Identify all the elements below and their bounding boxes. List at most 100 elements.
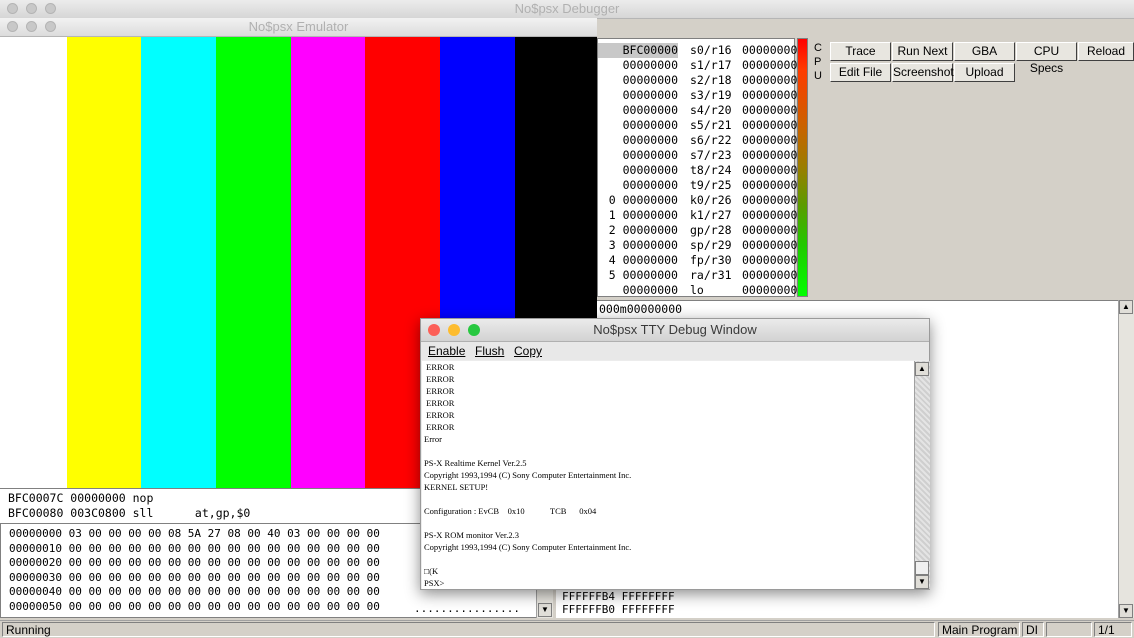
tty-line: ERROR — [424, 410, 455, 420]
tty-scrollbar[interactable]: ▲ ▼ — [914, 361, 930, 589]
tty-line: ERROR — [424, 422, 455, 432]
hex-row[interactable]: 00000050 00 00 00 00 00 00 00 00 00 00 0… — [9, 600, 380, 614]
zoom-icon[interactable] — [45, 21, 56, 32]
register-name: s0/r16 — [690, 43, 732, 57]
minimize-icon[interactable] — [26, 3, 37, 14]
menu-flush[interactable]: Flush — [475, 344, 504, 358]
gba-specs-button[interactable]: GBA Specs — [954, 42, 1015, 75]
disasm-line[interactable]: BFC0007C 00000000 nop — [8, 491, 153, 506]
register-row[interactable]: 00000000 s5/r21 00000000 — [598, 118, 798, 133]
register-value: 00000000 — [742, 163, 798, 177]
stack-pane[interactable]: FFFFFFB4 FFFFFFFF FFFFFFB0 FFFFFFFF — [556, 590, 1118, 618]
hex-row[interactable]: 00000000 03 00 00 00 00 08 5A 27 08 00 4… — [9, 527, 380, 541]
register-row[interactable]: 00000000 s2/r18 00000000 — [598, 73, 798, 88]
menu-enable[interactable]: Enable — [428, 344, 465, 358]
emulator-titlebar[interactable]: No$psx Emulator — [0, 18, 597, 37]
status-state: Running — [2, 622, 935, 637]
register-address: 00000000 — [622, 118, 678, 132]
data-line: 000m00000000 — [599, 302, 683, 316]
minimize-icon[interactable] — [26, 21, 37, 32]
register-row[interactable]: 00000000 s4/r20 00000000 — [598, 103, 798, 118]
register-row[interactable]: 0 00000000 k0/r26 00000000 — [598, 193, 798, 208]
register-address: BFC00000 — [598, 43, 678, 58]
data-scrollbar[interactable]: ▲ ▼ — [1118, 300, 1134, 618]
scroll-up-icon[interactable]: ▲ — [915, 362, 929, 376]
register-value: 00000000 — [742, 148, 798, 162]
close-icon[interactable] — [7, 21, 18, 32]
cpu-specs-button[interactable]: CPU Specs — [1016, 42, 1077, 75]
status-page: 1/1 — [1094, 622, 1132, 637]
register-address: 00000000 — [622, 163, 678, 177]
register-name: s1/r17 — [690, 58, 732, 72]
trace-button[interactable]: Trace — [830, 42, 891, 61]
hex-row[interactable]: 00000030 00 00 00 00 00 00 00 00 00 00 0… — [9, 571, 380, 585]
edit-file-button[interactable]: Edit File — [830, 63, 891, 82]
color-bar — [141, 37, 216, 488]
hex-row[interactable]: 00000010 00 00 00 00 00 00 00 00 00 00 0… — [9, 542, 380, 556]
register-value: 00000000 — [742, 73, 798, 87]
register-address: 00000000 — [622, 148, 678, 162]
register-row[interactable]: 00000000 s1/r17 00000000 — [598, 58, 798, 73]
debugger-titlebar[interactable]: No$psx Debugger — [0, 0, 1134, 19]
register-row[interactable]: 3 00000000 sp/r29 00000000 — [598, 238, 798, 253]
run-next-button[interactable]: Run Next — [892, 42, 953, 61]
register-address: 00000000 — [622, 88, 678, 102]
scroll-down-icon[interactable]: ▼ — [538, 603, 552, 617]
menu-copy-label: Copy — [514, 344, 543, 358]
scroll-thumb[interactable] — [915, 561, 929, 575]
disasm-line[interactable]: BFC00080 003C0800 sll at,gp,$0 — [8, 506, 250, 521]
register-row[interactable]: 00000000 t8/r24 00000000 — [598, 163, 798, 178]
tty-output[interactable]: ERROR ERROR ERROR ERROR ERROR ERROR Error… — [422, 361, 914, 589]
register-address: 00000000 — [622, 58, 678, 72]
disassembly-pane[interactable]: BFC0007C 00000000 nop BFC00080 003C0800 … — [0, 488, 420, 523]
hex-row[interactable]: 00000020 00 00 00 00 00 00 00 00 00 00 0… — [9, 556, 380, 570]
register-row[interactable]: 5 00000000 ra/r31 00000000 — [598, 268, 798, 283]
zoom-icon[interactable] — [45, 3, 56, 14]
menu-enable-label: Enable — [428, 344, 466, 358]
register-row[interactable]: 2 00000000 gp/r28 00000000 — [598, 223, 798, 238]
tty-debug-window[interactable]: No$psx TTY Debug Window Enable Flush Cop… — [420, 318, 930, 590]
register-row[interactable]: 00000000 t9/r25 00000000 — [598, 178, 798, 193]
scroll-down-icon[interactable]: ▼ — [1119, 604, 1133, 618]
right-pane — [930, 317, 1118, 590]
register-name: s5/r21 — [690, 118, 732, 132]
upload-button[interactable]: Upload — [954, 63, 1015, 82]
register-value: 00000000 — [742, 238, 798, 252]
register-value: 00000000 — [742, 253, 798, 267]
register-value: 00000000 — [742, 283, 798, 297]
tty-titlebar[interactable]: No$psx TTY Debug Window — [421, 319, 929, 342]
screenshot-button[interactable]: Screenshot — [892, 63, 954, 82]
hex-row[interactable]: 00000040 00 00 00 00 00 00 00 00 00 00 0… — [9, 585, 380, 599]
register-value: 00000000 — [742, 118, 798, 132]
register-name: k1/r27 — [690, 208, 732, 222]
stack-row[interactable]: FFFFFFB4 FFFFFFFF — [562, 590, 675, 604]
reload-button[interactable]: Reload — [1078, 42, 1134, 61]
register-address: 00000000 — [622, 178, 678, 192]
register-row[interactable]: 00000000 lo 00000000 — [598, 283, 798, 298]
data-pane[interactable]: 000m00000000 — [597, 300, 1119, 318]
scroll-up-icon[interactable]: ▲ — [1119, 300, 1133, 314]
close-icon[interactable] — [7, 3, 18, 14]
register-panel[interactable]: BFC00000 s0/r16 00000000 00000000 s1/r17 0000… — [597, 38, 798, 298]
register-value: 00000000 — [742, 193, 798, 207]
register-name: s3/r19 — [690, 88, 732, 102]
register-row[interactable]: 00000000 s7/r23 00000000 — [598, 148, 798, 163]
register-value: 00000000 — [742, 208, 798, 222]
register-row[interactable]: 4 00000000 fp/r30 00000000 — [598, 253, 798, 268]
tty-window-controls — [428, 324, 480, 336]
register-row[interactable]: 00000000 s6/r22 00000000 — [598, 133, 798, 148]
menu-copy[interactable]: Copy — [514, 344, 542, 358]
register-address: 2 00000000 — [608, 223, 678, 237]
register-name: lo — [690, 283, 704, 297]
register-name: t8/r24 — [690, 163, 732, 177]
scroll-down-icon[interactable]: ▼ — [915, 575, 929, 589]
register-row[interactable]: BFC00000 s0/r16 00000000 — [598, 43, 797, 58]
close-icon[interactable] — [428, 324, 440, 336]
register-row[interactable]: 1 00000000 k1/r27 00000000 — [598, 208, 798, 223]
register-address: 3 00000000 — [608, 238, 678, 252]
zoom-icon[interactable] — [468, 324, 480, 336]
minimize-icon[interactable] — [448, 324, 460, 336]
tty-line: PS-X Realtime Kernel Ver.2.5 — [424, 458, 527, 468]
register-row[interactable]: 00000000 s3/r19 00000000 — [598, 88, 798, 103]
stack-row[interactable]: FFFFFFB0 FFFFFFFF — [562, 603, 675, 617]
